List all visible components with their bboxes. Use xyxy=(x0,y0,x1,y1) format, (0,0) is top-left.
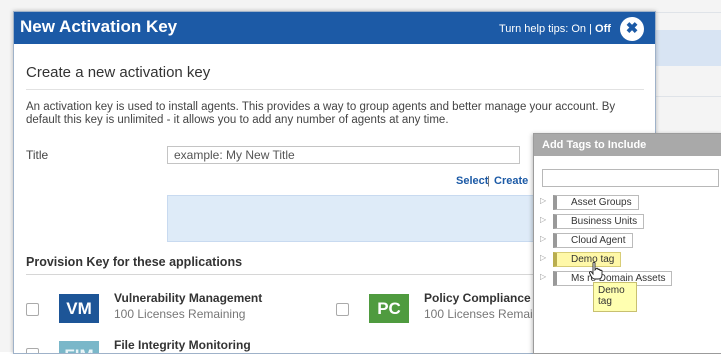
demo-tag-tooltip: Demo tag xyxy=(593,282,637,312)
hand-pointer-icon xyxy=(589,262,603,280)
dialog-subtitle: Create a new activation key xyxy=(26,64,211,81)
dialog-header: New Activation Key Turn help tips: On | … xyxy=(14,12,655,44)
tag-chip-business-units[interactable]: Business Units xyxy=(553,214,645,229)
vm-licenses: 100 Licenses Remaining xyxy=(114,307,246,321)
fim-badge: FIM xyxy=(59,341,99,353)
tag-chip-demo-tag[interactable]: Demo tag xyxy=(553,252,622,267)
vm-badge: VM xyxy=(59,294,99,323)
help-tips-toggle: Turn help tips: On | Off xyxy=(499,23,611,35)
divider xyxy=(26,89,644,90)
background-header-strip xyxy=(655,30,721,66)
vm-checkbox[interactable] xyxy=(26,303,39,316)
link-separator: | xyxy=(487,175,490,187)
tag-search-input[interactable] xyxy=(542,169,719,187)
pc-badge: PC xyxy=(369,294,409,323)
selected-tags-box[interactable] xyxy=(167,195,534,242)
triangle-right-icon[interactable]: ▷ xyxy=(540,234,546,243)
help-tips-divider: | xyxy=(589,23,592,35)
help-tips-label: Turn help tips: xyxy=(499,23,569,35)
dialog-description: An activation key is used to install age… xyxy=(26,101,616,126)
close-button[interactable]: ✖ xyxy=(620,17,644,41)
provision-section-title: Provision Key for these applications xyxy=(26,255,243,269)
add-tags-popup: Add Tags to Include ▷ Asset Groups ▷ Bus… xyxy=(533,133,721,354)
title-label: Title xyxy=(26,148,49,162)
pc-checkbox[interactable] xyxy=(336,303,349,316)
tag-chip-cloud-agent[interactable]: Cloud Agent xyxy=(553,233,633,248)
triangle-right-icon[interactable]: ▷ xyxy=(540,272,546,281)
background-divider xyxy=(655,96,721,97)
select-tags-link[interactable]: Select xyxy=(456,175,488,187)
title-input[interactable] xyxy=(167,146,520,164)
vm-app-name: Vulnerability Management xyxy=(114,291,263,305)
triangle-right-icon[interactable]: ▷ xyxy=(540,253,546,262)
pc-app-name: Policy Compliance xyxy=(424,291,531,305)
fim-checkbox[interactable] xyxy=(26,348,39,353)
close-icon: ✖ xyxy=(625,20,639,37)
help-tips-on[interactable]: On xyxy=(571,23,586,35)
background-divider xyxy=(655,12,721,13)
create-tag-link[interactable]: Create xyxy=(494,175,528,187)
triangle-right-icon[interactable]: ▷ xyxy=(540,196,546,205)
popup-header: Add Tags to Include xyxy=(534,134,721,156)
tag-chip-asset-groups[interactable]: Asset Groups xyxy=(553,195,639,210)
fim-app-name: File Integrity Monitoring xyxy=(114,338,251,352)
help-tips-off[interactable]: Off xyxy=(595,23,611,35)
triangle-right-icon[interactable]: ▷ xyxy=(540,215,546,224)
dialog-title: New Activation Key xyxy=(20,17,178,36)
